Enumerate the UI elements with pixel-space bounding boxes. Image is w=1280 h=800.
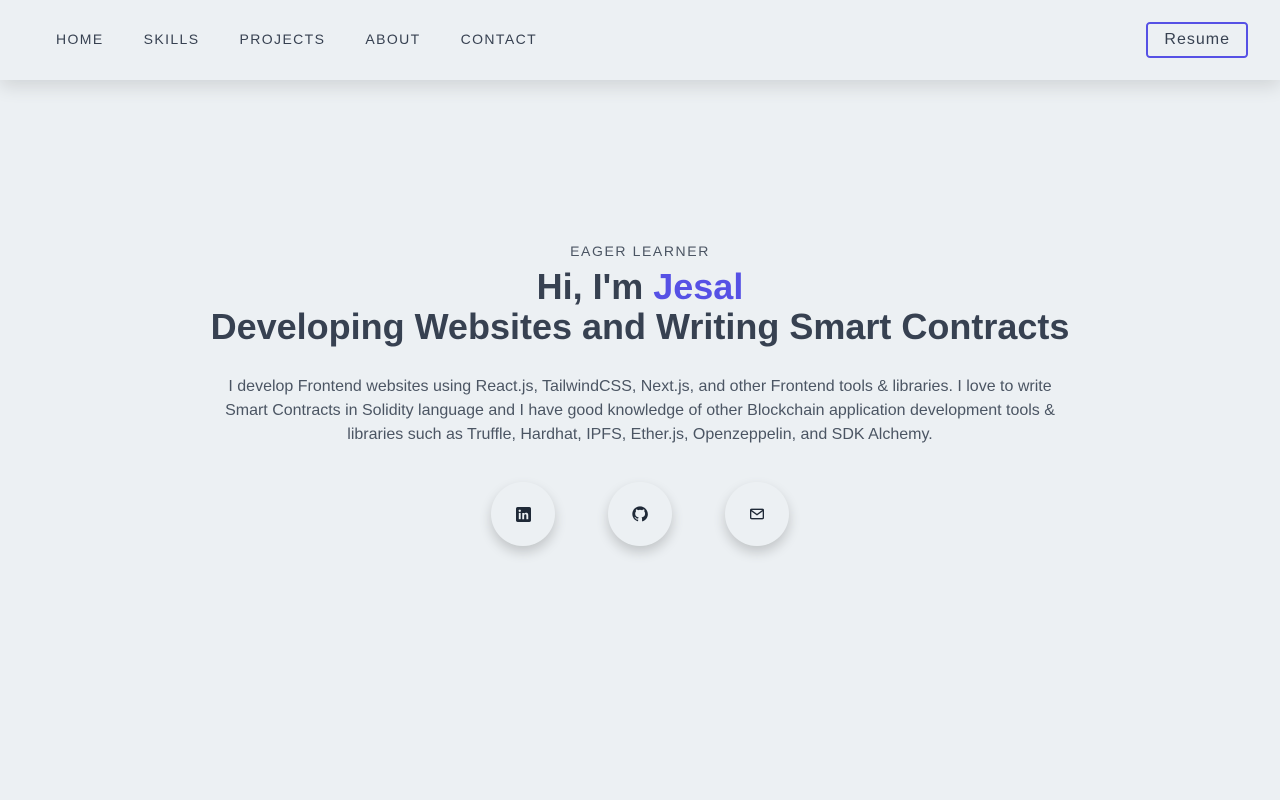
greeting-text: Hi, I'm [536, 266, 654, 307]
nav-link-projects[interactable]: PROJECTS [240, 31, 326, 47]
navbar: HOME SKILLS PROJECTS ABOUT CONTACT Resum… [0, 0, 1280, 80]
mail-button[interactable] [725, 482, 789, 546]
github-button[interactable] [608, 482, 672, 546]
hero-description: I develop Frontend websites using React.… [225, 378, 1055, 443]
social-links [491, 482, 789, 546]
nav-link-skills[interactable]: SKILLS [144, 31, 200, 47]
mail-icon [750, 508, 764, 520]
nav-link-home[interactable]: HOME [56, 31, 104, 47]
nav-link-contact[interactable]: CONTACT [461, 31, 537, 47]
linkedin-icon [515, 506, 531, 522]
hero-headline: Developing Websites and Writing Smart Co… [210, 306, 1070, 347]
linkedin-button[interactable] [491, 482, 555, 546]
hero-name: Jesal [653, 266, 744, 307]
resume-button[interactable]: Resume [1146, 22, 1248, 58]
nav-link-about[interactable]: ABOUT [365, 31, 420, 47]
github-icon [632, 506, 648, 522]
hero-tagline: EAGER LEARNER [570, 243, 710, 259]
hero-greeting: Hi, I'm Jesal [537, 267, 744, 307]
nav-links: HOME SKILLS PROJECTS ABOUT CONTACT [56, 31, 537, 49]
hero-section: EAGER LEARNER Hi, I'm Jesal Developing W… [0, 0, 1280, 800]
